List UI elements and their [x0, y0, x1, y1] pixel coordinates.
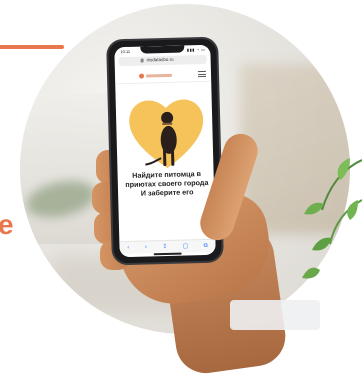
logo-wordmark [145, 73, 173, 77]
accent-line [0, 45, 64, 49]
address-url: irisdatasbo.ru [146, 56, 174, 63]
bookmarks-icon[interactable]: ▢ [183, 242, 189, 249]
phone-notch [140, 45, 185, 54]
hero-headline: Найдите питомца в приютах своего города … [122, 169, 213, 198]
table-surface [230, 300, 320, 330]
status-time: 10:11 [120, 48, 131, 55]
site-logo[interactable] [138, 72, 173, 79]
hamburger-menu-icon[interactable] [197, 70, 207, 78]
share-icon[interactable]: ⇪ [162, 243, 167, 250]
forward-icon[interactable]: › [145, 244, 148, 251]
back-icon[interactable]: ‹ [127, 244, 130, 251]
tabs-icon[interactable]: ⧉ [203, 242, 207, 249]
home-indicator [153, 252, 182, 255]
address-bar[interactable]: irisdatasbo.ru [118, 54, 207, 67]
status-icons: ▮▮▮ ◔ ▭ [186, 46, 206, 53]
heart-shape [129, 99, 204, 168]
plant-leaves [302, 158, 362, 279]
lock-icon [140, 58, 144, 63]
logo-mark-icon [138, 73, 145, 79]
cropped-heading-letter: e [0, 209, 14, 240]
browser-toolbar: ‹ › ⇪ ▢ ⧉ [119, 238, 216, 255]
site-header [114, 66, 212, 85]
